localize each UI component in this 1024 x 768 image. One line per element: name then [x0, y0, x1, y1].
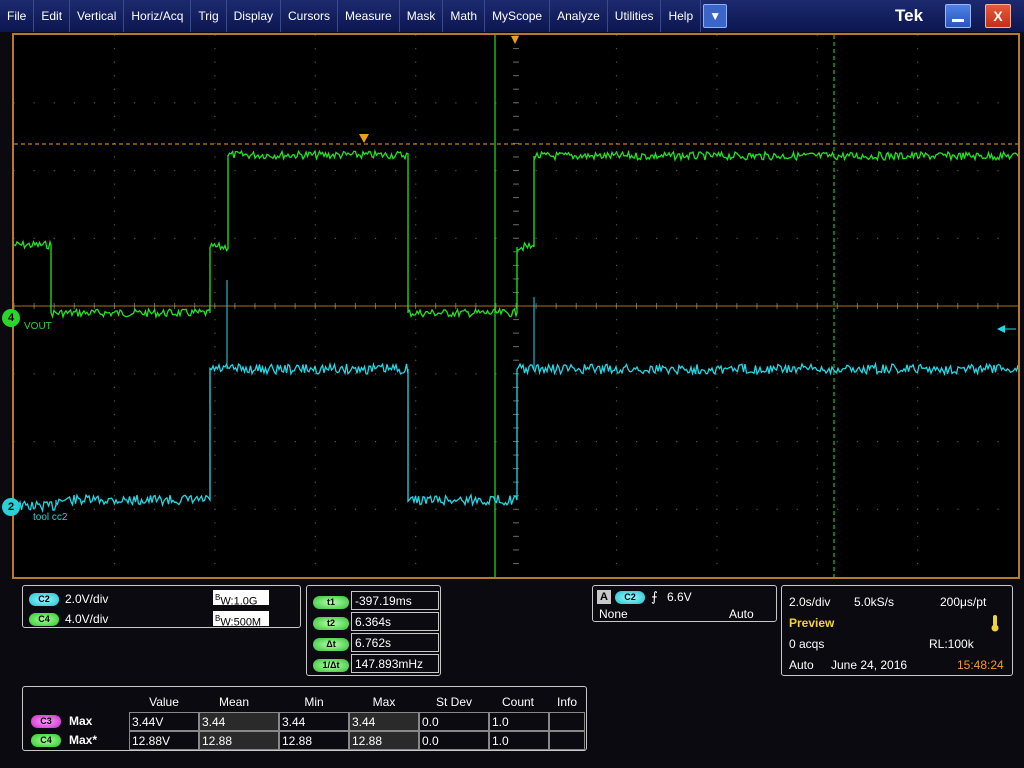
column-header: Max: [372, 695, 396, 709]
column-header: St Dev: [435, 695, 472, 709]
channel-scale: 2.0V/div: [65, 592, 109, 606]
column-header: Mean: [218, 695, 250, 709]
time: 15:48:24: [957, 658, 1004, 672]
measurement-name: Max: [69, 714, 93, 728]
offscreen-arrow-icon: [997, 325, 1005, 333]
menu-myscope[interactable]: MyScope: [485, 0, 551, 32]
cursor-value: 147.893mHz: [351, 654, 439, 673]
table-cell: 12.88: [199, 731, 279, 750]
table-cell: 1.0: [489, 712, 549, 731]
table-cell: 0.0: [419, 712, 489, 731]
measurement-table[interactable]: Value Mean Min Max St Dev Count Info C3 …: [22, 686, 587, 751]
cursor-badge[interactable]: Δt: [313, 637, 349, 651]
table-cell: 1.0: [489, 731, 549, 750]
trigger-coupling: None: [599, 607, 628, 621]
menu-math[interactable]: Math: [443, 0, 486, 32]
trigger-level-marker: [359, 134, 369, 143]
column-header: Value: [149, 695, 179, 709]
rising-edge-icon: ⨍: [651, 589, 658, 604]
menu-cursors[interactable]: Cursors: [281, 0, 339, 32]
channel-scale: 4.0V/div: [65, 612, 109, 626]
table-cell: 0.0: [419, 731, 489, 750]
minimize-button[interactable]: [945, 4, 971, 28]
trigger-channel-badge[interactable]: C2: [615, 591, 645, 604]
cursor-value: 6.762s: [351, 633, 439, 652]
column-header: Min: [304, 695, 324, 709]
menu-help[interactable]: Help: [661, 0, 702, 32]
cursor-readout-panel[interactable]: t1 -397.19ms t2 6.364s Δt 6.762s 1/Δt 14…: [306, 585, 441, 676]
menu-bar: File Edit Vertical Horiz/Acq Trig Display Curs…: [0, 0, 1024, 32]
channel-badge[interactable]: C4: [29, 612, 59, 626]
channel-readout-panel[interactable]: C2 2.0V/div BW:1.0G C4 4.0V/div BW:500M: [22, 585, 301, 629]
cursor-row-t2[interactable]: t2: [313, 614, 349, 632]
cursor-row-dt[interactable]: Δt: [313, 635, 349, 653]
ch2-ground-marker[interactable]: 2: [2, 498, 20, 516]
menu-mask[interactable]: Mask: [400, 0, 444, 32]
trigger-position-marker: [511, 36, 519, 44]
menu-file[interactable]: File: [0, 0, 35, 32]
bandwidth-box: BW:1.0G: [213, 590, 269, 608]
trigger-source-letter: A: [597, 590, 611, 604]
horizontal-readout-panel[interactable]: 2.0s/div 5.0kS/s 200μs/pt Preview 0 acqs…: [781, 585, 1013, 676]
waveform-display[interactable]: [12, 33, 1020, 579]
time-per-point: 200μs/pt: [940, 595, 987, 609]
table-cell: [549, 712, 585, 731]
cursor-value: 6.364s: [351, 612, 439, 631]
column-header: Info: [556, 695, 577, 709]
table-cell: 3.44V: [129, 712, 199, 731]
ch2-label: tool cc2: [33, 512, 68, 523]
trigger-mode: Auto: [729, 607, 754, 621]
table-cell: 3.44: [279, 712, 349, 731]
trigger-readout-panel[interactable]: A C2 ⨍ 6.6V None Auto: [592, 585, 777, 622]
thermometer-icon: [991, 615, 999, 632]
menu-vertical[interactable]: Vertical: [70, 0, 125, 32]
date: June 24, 2016: [831, 658, 908, 672]
table-cell: 12.88: [279, 731, 349, 750]
cursor-row-t1[interactable]: t1: [313, 593, 349, 611]
cursor-row-inv-dt[interactable]: 1/Δt: [313, 656, 349, 674]
ch4-ground-marker[interactable]: 4: [2, 309, 20, 327]
menu-dropdown-button[interactable]: ▼: [703, 4, 728, 28]
table-cell: 3.44: [349, 712, 419, 731]
ch4-label: VOUT: [24, 321, 52, 332]
menu-analyze[interactable]: Analyze: [550, 0, 608, 32]
cursor-value: -397.19ms: [351, 591, 439, 610]
column-header: Count: [501, 695, 535, 709]
cursor-badge[interactable]: 1/Δt: [313, 658, 349, 672]
sample-rate: 5.0kS/s: [854, 595, 895, 609]
menu-horiz-acq[interactable]: Horiz/Acq: [124, 0, 192, 32]
menu-display[interactable]: Display: [227, 0, 281, 32]
table-cell: [549, 731, 585, 750]
acquisition-state: Preview: [789, 616, 835, 630]
minimize-icon: [952, 19, 964, 22]
channel-row-c4[interactable]: C4 4.0V/div: [29, 611, 108, 627]
tek-logo: Tek: [895, 6, 924, 25]
close-button[interactable]: X: [985, 4, 1011, 28]
table-cell: 3.44: [199, 712, 279, 731]
trigger-run-mode: Auto: [789, 658, 814, 672]
measurement-source-badge[interactable]: C3: [31, 715, 61, 728]
ch2-waveform: [14, 361, 1018, 514]
table-cell: 12.88V: [129, 731, 199, 750]
trigger-level: 6.6V: [667, 590, 692, 604]
measurement-name: Max*: [69, 733, 98, 747]
measurement-source-badge[interactable]: C4: [31, 734, 61, 747]
bandwidth-box: BW:500M: [213, 611, 269, 629]
menu-measure[interactable]: Measure: [338, 0, 400, 32]
graticule-svg[interactable]: [14, 35, 1018, 577]
cursor-badge[interactable]: t1: [313, 595, 349, 609]
menu-utilities[interactable]: Utilities: [608, 0, 662, 32]
menu-trig[interactable]: Trig: [191, 0, 227, 32]
horizontal-scale: 2.0s/div: [789, 595, 831, 609]
cursor-badge[interactable]: t2: [313, 616, 349, 630]
record-length: RL:100k: [929, 637, 974, 651]
readout-area: C2 2.0V/div BW:1.0G C4 4.0V/div BW:500M …: [0, 580, 1024, 768]
menu-edit[interactable]: Edit: [34, 0, 71, 32]
channel-badge[interactable]: C2: [29, 592, 59, 606]
table-cell: 12.88: [349, 731, 419, 750]
channel-row-c2[interactable]: C2 2.0V/div: [29, 591, 108, 607]
acquisition-count: 0 acqs: [789, 637, 825, 651]
